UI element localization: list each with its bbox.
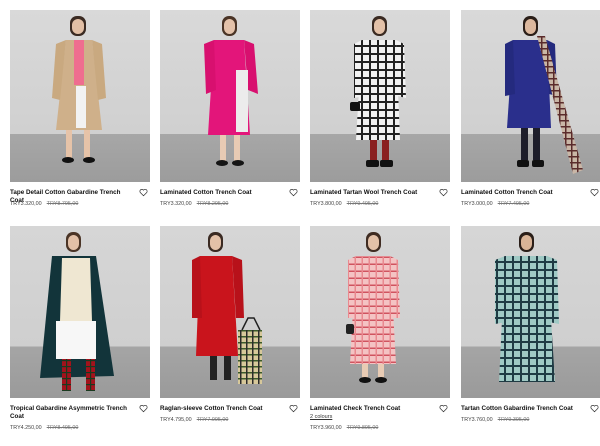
current-price: TRY4.250,00 bbox=[10, 425, 42, 431]
current-price: TRY3.000,00 bbox=[461, 201, 493, 207]
product-card[interactable]: Tartan Cotton Gabardine Trench Coat TRY3… bbox=[461, 226, 600, 438]
product-card[interactable]: Tape Detail Cotton Gabardine Trench Coat… bbox=[10, 10, 150, 222]
product-prices: TRY3.320,00 TRY8.795,00 bbox=[10, 201, 78, 207]
product-card[interactable]: Laminated Cotton Trench Coat TRY3.320,00… bbox=[160, 10, 300, 222]
product-image[interactable] bbox=[10, 10, 150, 182]
product-prices: TRY3.800,00 TRY9.495,00 bbox=[310, 201, 378, 207]
current-price: TRY3.960,00 bbox=[310, 425, 342, 431]
current-price: TRY4.795,00 bbox=[160, 417, 192, 423]
product-image[interactable] bbox=[310, 226, 450, 398]
product-prices: TRY3.760,00 TRY9.395,00 bbox=[461, 417, 529, 423]
product-title[interactable]: Tartan Cotton Gabardine Trench Coat bbox=[461, 405, 579, 413]
original-price: TRY7.495,00 bbox=[497, 201, 530, 207]
product-title[interactable]: Laminated Tartan Wool Trench Coat bbox=[310, 189, 428, 197]
product-prices: TRY3.320,00 TRY8.295,00 bbox=[160, 201, 228, 207]
original-price: TRY8.495,00 bbox=[46, 425, 79, 431]
heart-icon[interactable] bbox=[439, 404, 448, 413]
product-card[interactable]: Laminated Cotton Trench Coat TRY3.000,00… bbox=[461, 10, 600, 222]
original-price: TRY9.495,00 bbox=[346, 201, 379, 207]
product-prices: TRY3.000,00 TRY7.495,00 bbox=[461, 201, 529, 207]
product-image[interactable] bbox=[461, 226, 600, 398]
product-title[interactable]: Laminated Cotton Trench Coat bbox=[461, 189, 579, 197]
heart-icon[interactable] bbox=[289, 188, 298, 197]
product-card[interactable]: Laminated Tartan Wool Trench Coat TRY3.8… bbox=[310, 10, 450, 222]
heart-icon[interactable] bbox=[439, 188, 448, 197]
product-image[interactable] bbox=[310, 10, 450, 182]
original-price: TRY8.795,00 bbox=[46, 201, 79, 207]
product-title[interactable]: Laminated Cotton Trench Coat bbox=[160, 189, 278, 197]
original-price: TRY9.895,00 bbox=[346, 425, 379, 431]
product-image[interactable] bbox=[160, 226, 300, 398]
product-grid: Tape Detail Cotton Gabardine Trench Coat… bbox=[0, 0, 600, 446]
current-price: TRY3.320,00 bbox=[160, 201, 192, 207]
heart-icon[interactable] bbox=[289, 404, 298, 413]
current-price: TRY3.760,00 bbox=[461, 417, 493, 423]
product-card[interactable]: Laminated Check Trench Coat 2 colours TR… bbox=[310, 226, 450, 438]
product-image[interactable] bbox=[461, 10, 600, 182]
product-prices: TRY4.250,00 TRY8.495,00 bbox=[10, 425, 78, 431]
heart-icon[interactable] bbox=[139, 188, 148, 197]
current-price: TRY3.800,00 bbox=[310, 201, 342, 207]
product-card[interactable]: Raglan-sleeve Cotton Trench Coat TRY4.79… bbox=[160, 226, 300, 438]
original-price: TRY9.395,00 bbox=[497, 417, 530, 423]
heart-icon[interactable] bbox=[590, 188, 599, 197]
current-price: TRY3.320,00 bbox=[10, 201, 42, 207]
product-title[interactable]: Raglan-sleeve Cotton Trench Coat bbox=[160, 405, 278, 413]
product-image[interactable] bbox=[160, 10, 300, 182]
product-image[interactable] bbox=[10, 226, 150, 398]
original-price: TRY7.995,00 bbox=[196, 417, 229, 423]
product-title[interactable]: Laminated Check Trench Coat bbox=[310, 405, 428, 413]
product-card[interactable]: Tropical Gabardine Asymmetric Trench Coa… bbox=[10, 226, 150, 438]
original-price: TRY8.295,00 bbox=[196, 201, 229, 207]
heart-icon[interactable] bbox=[590, 404, 599, 413]
colour-count-link[interactable]: 2 colours bbox=[310, 414, 332, 420]
heart-icon[interactable] bbox=[139, 404, 148, 413]
product-prices: TRY4.795,00 TRY7.995,00 bbox=[160, 417, 228, 423]
product-title[interactable]: Tropical Gabardine Asymmetric Trench Coa… bbox=[10, 405, 128, 421]
product-prices: TRY3.960,00 TRY9.895,00 bbox=[310, 425, 378, 431]
